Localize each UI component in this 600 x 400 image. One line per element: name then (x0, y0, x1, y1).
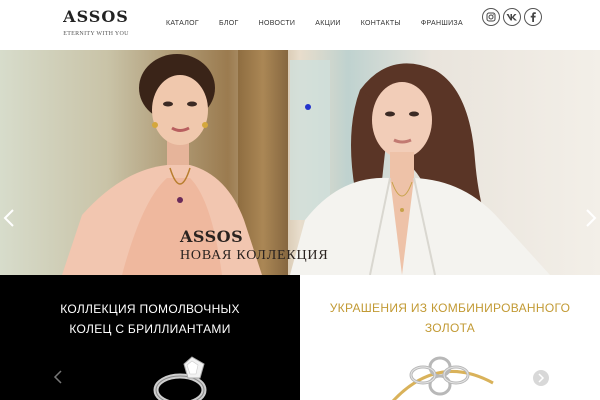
nav-item-franchise[interactable]: ФРАНШИЗА (421, 20, 463, 27)
main-nav: КАТАЛОГ БЛОГ НОВОСТИ АКЦИИ КОНТАКТЫ ФРАН… (166, 20, 483, 27)
combined-gold-panel[interactable]: УКРАШЕНИЯ ИЗ КОМБИНИРОВАННОГО ЗОЛОТА (300, 275, 600, 400)
social-links (482, 8, 542, 26)
engagement-rings-title: КОЛЛЕКЦИЯ ПОМОЛВОЧНЫХ КОЛЕЦ С БРИЛЛИАНТА… (60, 302, 240, 336)
nav-item-news[interactable]: НОВОСТИ (259, 20, 296, 27)
vk-icon[interactable] (503, 8, 521, 26)
panel-next-button[interactable] (533, 370, 549, 386)
slider-dot-active[interactable] (305, 104, 311, 110)
instagram-icon[interactable] (482, 8, 500, 26)
chevron-right-icon (538, 373, 545, 383)
nav-item-promotions[interactable]: АКЦИИ (315, 20, 341, 27)
facebook-icon[interactable] (524, 8, 542, 26)
nav-item-catalog[interactable]: КАТАЛОГ (166, 20, 199, 27)
nav-item-blog[interactable]: БЛОГ (219, 20, 239, 27)
logo-title: ASSOS (63, 7, 129, 26)
site-header: ASSOS ETERNITY WITH YOU КАТАЛОГ БЛОГ НОВ… (0, 0, 600, 50)
panel-prev-arrow-icon[interactable] (53, 370, 63, 384)
model-right-image (290, 63, 550, 275)
combined-gold-title: УКРАШЕНИЯ ИЗ КОМБИНИРОВАННОГО ЗОЛОТА (329, 301, 571, 335)
hero-title: ASSOS (180, 227, 244, 246)
slider-next-arrow-icon[interactable] (584, 208, 598, 228)
hero-caption: ASSOS НОВАЯ КОЛЛЕКЦИЯ (180, 228, 328, 264)
nav-item-contacts[interactable]: КОНТАКТЫ (361, 20, 401, 27)
site-logo[interactable]: ASSOS ETERNITY WITH YOU (62, 7, 130, 37)
slider-prev-arrow-icon[interactable] (2, 208, 16, 228)
engagement-rings-panel[interactable]: КОЛЛЕКЦИЯ ПОМОЛВОЧНЫХ КОЛЕЦ С БРИЛЛИАНТА… (0, 275, 300, 400)
logo-tagline: ETERNITY WITH YOU (63, 31, 129, 37)
hero-subtitle: НОВАЯ КОЛЛЕКЦИЯ (180, 248, 329, 263)
gold-bracelet-image (391, 356, 494, 400)
diamond-ring-image (153, 356, 207, 400)
